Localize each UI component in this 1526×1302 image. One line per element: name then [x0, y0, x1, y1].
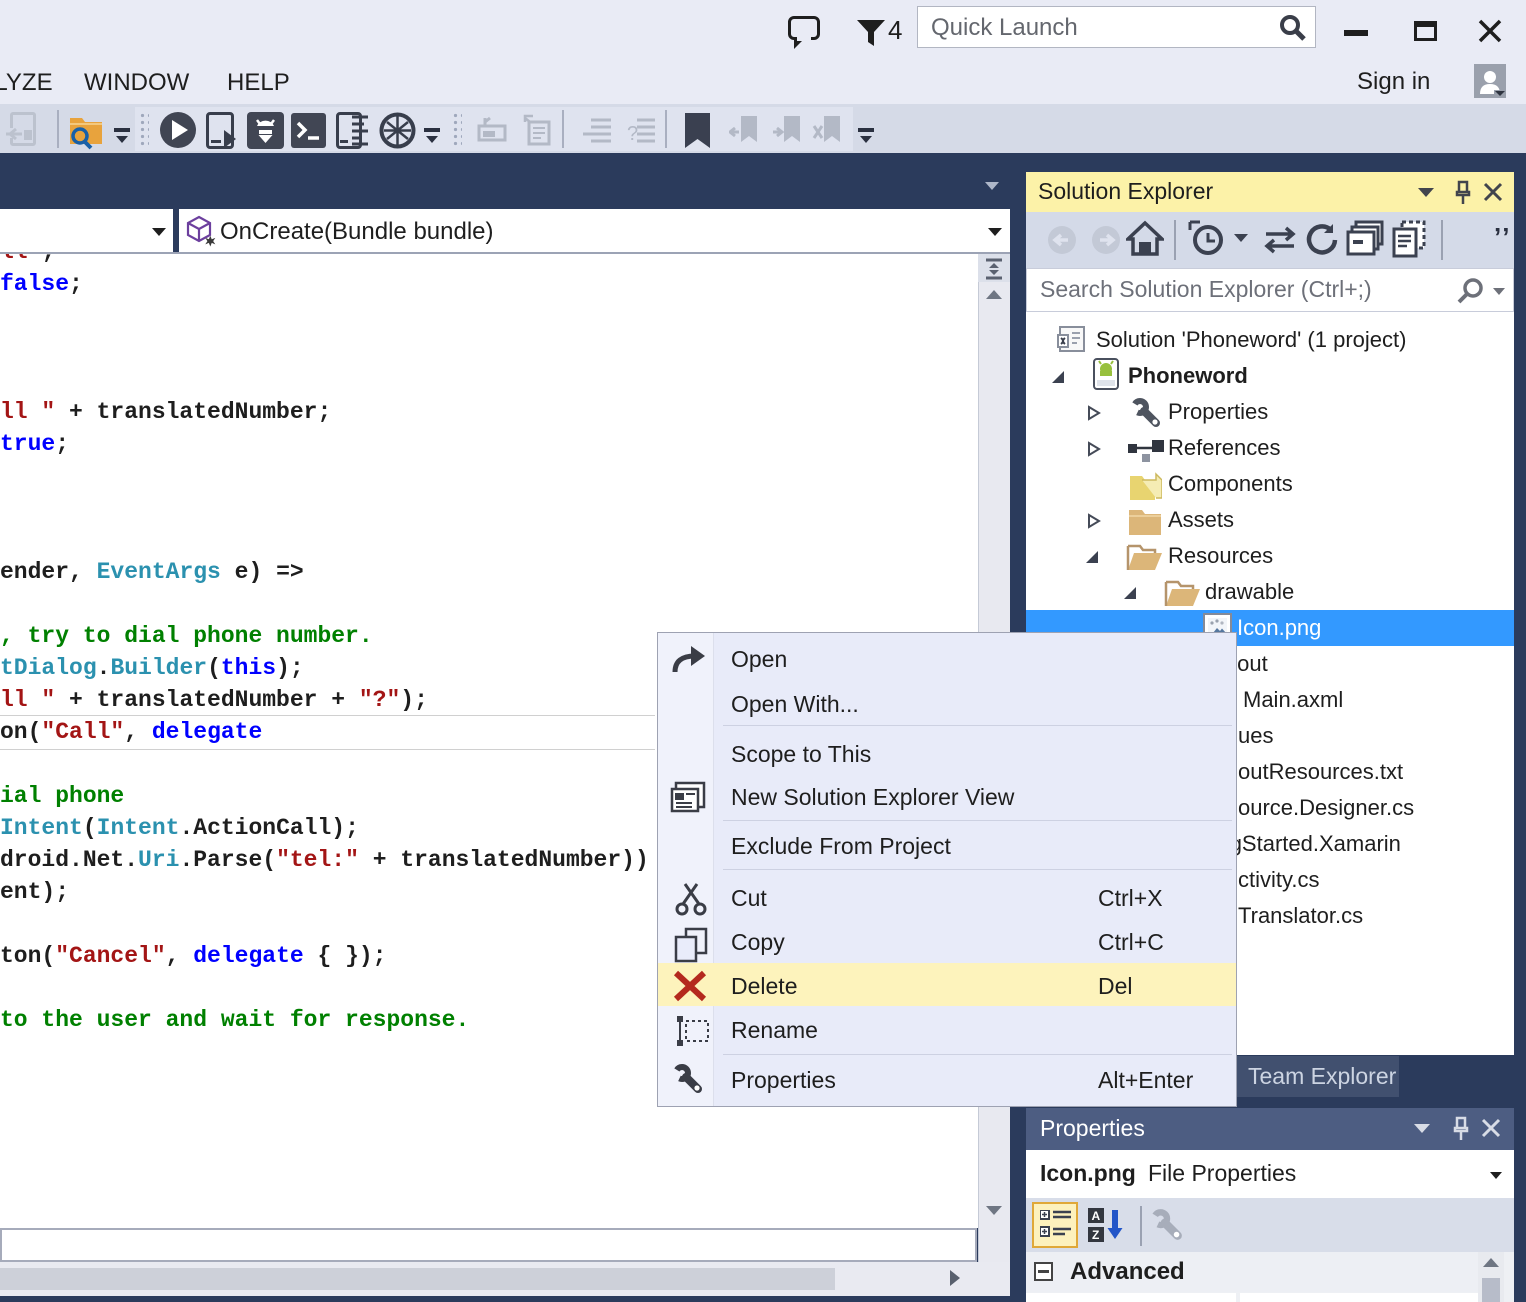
svg-text:A: A: [1092, 1209, 1101, 1223]
svg-text:?: ?: [627, 123, 638, 144]
svg-text:Z: Z: [1092, 1228, 1099, 1242]
